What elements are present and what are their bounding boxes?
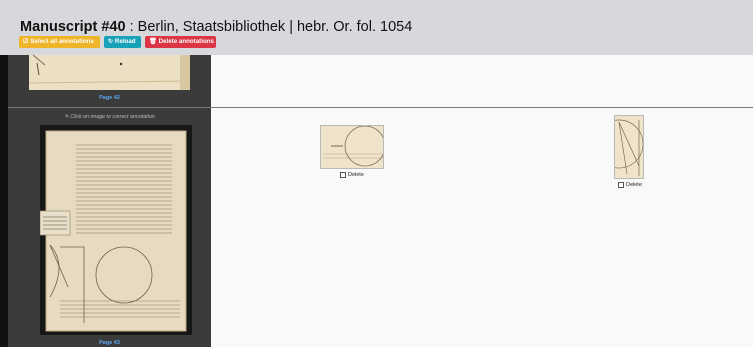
- annotation-1-delete[interactable]: Delete: [340, 172, 364, 178]
- annotation-2-delete[interactable]: Delete: [618, 182, 642, 188]
- page-42-thumbnail[interactable]: [28, 54, 191, 90]
- reload-button[interactable]: ↻ Reload: [104, 36, 141, 48]
- page-42-label[interactable]: Page 42: [8, 95, 211, 101]
- checkbox-icon: ☑: [23, 38, 29, 45]
- page-title: Manuscript #40 : Berlin, Staatsbibliothe…: [20, 19, 412, 35]
- delete-label: Delete: [348, 172, 364, 178]
- left-edge-bar: [0, 55, 8, 347]
- annotation-2-image: [615, 116, 643, 178]
- click-hint-text: Click on image to correct annotation: [70, 114, 155, 120]
- reload-icon: ↻: [108, 38, 114, 45]
- select-all-annotations-button[interactable]: ☑ Select all annotations: [19, 36, 100, 48]
- edit-icon: ✎: [64, 114, 69, 120]
- delete-label: Delete: [626, 182, 642, 188]
- annotation-crop-2[interactable]: [614, 115, 644, 179]
- annotation-crop-1[interactable]: [320, 125, 384, 169]
- manuscript-number: Manuscript #40: [20, 19, 126, 35]
- select-all-label: Select all annotations: [30, 38, 94, 45]
- reload-label: Reload: [114, 38, 136, 45]
- delete-label: Delete annotations: [158, 38, 214, 45]
- page-43-thumbnail[interactable]: [39, 125, 192, 335]
- delete-checkbox[interactable]: [618, 182, 624, 188]
- page-43-image: [39, 125, 192, 335]
- click-hint: ✎ Click on image to correct annotation: [8, 114, 211, 120]
- delete-annotations-button[interactable]: 🗑 Delete annotations: [145, 36, 216, 48]
- annotation-1-image: [321, 126, 383, 168]
- delete-checkbox[interactable]: [340, 172, 346, 178]
- page-43-label[interactable]: Page 43: [8, 340, 211, 346]
- row-divider: [8, 107, 753, 108]
- page-42-image: [28, 54, 191, 90]
- header-bar: Manuscript #40 : Berlin, Staatsbibliothe…: [0, 0, 753, 55]
- trash-icon: 🗑: [149, 38, 157, 45]
- manuscript-location: : Berlin, Staatsbibliothek | hebr. Or. f…: [125, 19, 413, 35]
- page-42-edge: [180, 55, 190, 90]
